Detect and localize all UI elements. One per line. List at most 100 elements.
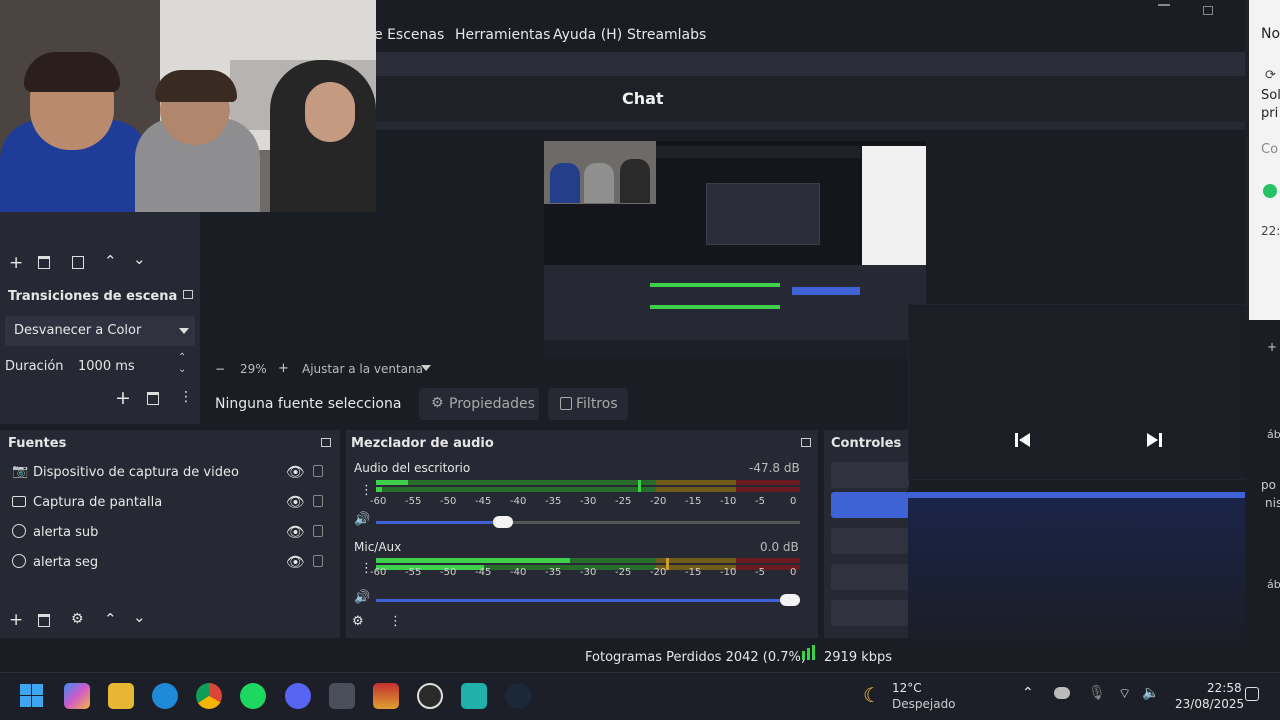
onedrive-icon[interactable] <box>1054 687 1070 699</box>
file-explorer-icon[interactable] <box>108 683 134 709</box>
more-vertical-icon[interactable]: ⋮ <box>179 389 193 405</box>
undock-icon[interactable] <box>801 438 811 447</box>
volume-slider[interactable] <box>376 594 800 606</box>
eye-icon[interactable]: 👁 <box>286 463 305 481</box>
fit-window-select[interactable]: Ajustar a la ventana <box>302 362 423 376</box>
meter-tick-label: -45 <box>475 567 492 578</box>
preview-canvas[interactable] <box>544 141 926 356</box>
source-item[interactable]: Captura de pantalla 👁 <box>10 491 330 515</box>
wifi-icon[interactable]: ⌔ <box>1118 685 1131 703</box>
next-track-icon[interactable] <box>1147 433 1158 447</box>
windows-start-icon[interactable] <box>19 683 45 709</box>
source-item[interactable]: alerta seg 👁 <box>10 551 330 575</box>
globe-icon <box>12 524 26 538</box>
menu-ayuda[interactable]: Ayuda (H) <box>553 27 622 43</box>
winrar-icon[interactable] <box>373 683 399 709</box>
edge-icon[interactable] <box>152 683 178 709</box>
speaker-icon[interactable]: 🔊 <box>354 512 370 527</box>
volume-icon[interactable]: 🔈 <box>1142 685 1159 701</box>
streamlabs-icon[interactable] <box>461 683 487 709</box>
lock-icon[interactable] <box>313 465 323 477</box>
chevron-up-icon[interactable]: ⌃ <box>1022 685 1034 701</box>
slider-handle[interactable] <box>780 594 800 606</box>
spotify-icon[interactable] <box>240 683 266 709</box>
zoom-in-button[interactable]: + <box>278 361 289 376</box>
notification-link[interactable]: Co <box>1261 142 1278 157</box>
obs-icon[interactable] <box>417 683 443 709</box>
discord-icon[interactable] <box>285 683 311 709</box>
meter-tick-label: -35 <box>545 496 562 507</box>
duration-input[interactable]: 1000 ms ⌃ ⌄ <box>66 352 194 382</box>
trash-icon[interactable] <box>147 392 159 405</box>
eye-icon[interactable]: 👁 <box>286 493 305 511</box>
app-icon[interactable] <box>329 683 355 709</box>
controls-title: Controles <box>831 436 902 451</box>
zoom-out-button[interactable]: − <box>215 362 225 376</box>
notification-bell-icon[interactable] <box>1245 687 1259 701</box>
channel-name: Audio del escritorio <box>354 461 471 475</box>
scene-filter-icon[interactable] <box>72 256 84 269</box>
control-button-active[interactable] <box>831 492 909 518</box>
next-track-bar[interactable] <box>1159 433 1162 447</box>
meter-tick-label: -10 <box>720 496 737 507</box>
menu-herramientas[interactable]: Herramientas <box>455 27 550 43</box>
chevron-up-icon[interactable]: ⌃ <box>178 352 186 363</box>
filters-button[interactable]: Filtros <box>548 388 628 420</box>
minimize-icon[interactable] <box>1158 4 1170 6</box>
zoom-level: 29% <box>240 362 267 376</box>
microphone-icon[interactable]: 🎙 <box>1088 685 1106 701</box>
source-label: Captura de pantalla <box>33 495 163 510</box>
source-item[interactable]: alerta sub 👁 <box>10 521 330 545</box>
clock-date[interactable]: 23/08/2025 <box>1175 697 1244 711</box>
meter-tick-label: -15 <box>685 496 702 507</box>
properties-button[interactable]: ⚙ Propiedades <box>419 388 539 420</box>
weather-temp[interactable]: 12°C <box>892 681 922 695</box>
gear-icon[interactable]: ⚙ <box>352 614 364 629</box>
speaker-icon[interactable]: 🔊 <box>354 590 370 605</box>
source-item[interactable]: 📷 Dispositivo de captura de video 👁 <box>10 461 330 485</box>
trash-icon[interactable] <box>38 614 50 627</box>
chrome-icon[interactable] <box>196 683 222 709</box>
menu-escenas[interactable]: e Escenas <box>374 27 444 43</box>
eye-icon[interactable]: 👁 <box>286 553 305 571</box>
chevron-down-icon[interactable]: ⌄ <box>133 608 146 626</box>
add-transition-button[interactable]: + <box>115 387 131 409</box>
chevron-up-icon[interactable]: ⌃ <box>104 610 117 628</box>
gear-icon: ⚙ <box>431 395 444 411</box>
clock-time[interactable]: 22:58 <box>1207 681 1242 695</box>
lock-icon[interactable] <box>313 555 323 567</box>
steam-icon[interactable] <box>505 683 531 709</box>
gear-icon[interactable]: ⚙ <box>71 611 84 627</box>
menu-streamlabs[interactable]: Streamlabs <box>627 27 706 43</box>
chevron-down-icon[interactable]: ⌄ <box>133 250 146 268</box>
eye-icon[interactable]: 👁 <box>286 523 305 541</box>
undock-icon[interactable] <box>321 438 331 447</box>
control-button[interactable] <box>831 462 909 488</box>
meter-tick-label: -40 <box>510 496 527 507</box>
lock-icon[interactable] <box>313 525 323 537</box>
chevron-up-icon[interactable]: ⌃ <box>104 252 117 270</box>
channel-name: Mic/Aux <box>354 540 402 554</box>
slider-handle[interactable] <box>493 516 514 528</box>
chevron-down-icon[interactable]: ⌄ <box>178 364 186 375</box>
more-vertical-icon[interactable]: ⋮ <box>389 614 402 629</box>
previous-track-arrow[interactable] <box>1019 433 1030 447</box>
chevron-down-icon <box>179 328 189 334</box>
lock-icon[interactable] <box>313 495 323 507</box>
maximize-icon[interactable] <box>1203 6 1213 15</box>
previous-track-icon[interactable] <box>1015 433 1018 447</box>
copilot-icon[interactable] <box>64 683 90 709</box>
chevron-down-icon[interactable] <box>421 365 431 371</box>
control-button[interactable] <box>831 528 909 554</box>
control-button[interactable] <box>831 564 909 590</box>
undock-icon[interactable] <box>183 290 193 299</box>
notification-time: 22: <box>1261 224 1280 238</box>
add-source-button[interactable]: + <box>9 610 23 630</box>
weather-condition[interactable]: Despejado <box>892 697 956 711</box>
trash-icon[interactable] <box>38 256 50 269</box>
volume-slider[interactable] <box>376 516 800 528</box>
add-scene-button[interactable]: + <box>9 253 23 273</box>
control-button[interactable] <box>831 600 909 626</box>
transition-select[interactable]: Desvanecer a Color <box>5 316 195 346</box>
media-flyout <box>908 304 1268 480</box>
